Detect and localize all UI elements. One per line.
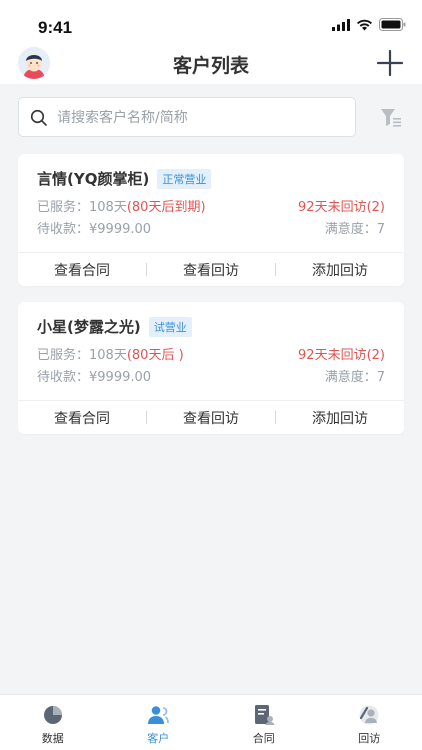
no-visit-count: 92天未回访(2) xyxy=(298,200,385,215)
search-input[interactable] xyxy=(57,107,347,129)
customer-card[interactable]: 言情(YQ颜掌柜) 正常营业 已服务：108天(80天后到期) 92天未回访(2… xyxy=(18,154,404,286)
card-actions: 查看合同 查看回访 添加回访 xyxy=(18,400,404,434)
filter-button[interactable] xyxy=(380,108,402,128)
tab-data[interactable]: 数据 xyxy=(0,695,106,750)
tab-label: 回访 xyxy=(358,732,381,745)
status-icons xyxy=(332,18,406,31)
tab-customers[interactable]: 客户 xyxy=(106,695,212,750)
card-title-row: 小星(梦露之光) 试营业 xyxy=(37,316,192,337)
view-contract-button[interactable]: 查看合同 xyxy=(18,408,146,428)
tab-label: 客户 xyxy=(147,732,170,745)
tab-label: 数据 xyxy=(41,732,64,745)
add-visit-button[interactable]: 添加回访 xyxy=(276,260,404,280)
nav-bar: 客户列表 xyxy=(0,44,422,84)
pending-amount: 待收款：¥9999.00 xyxy=(37,222,152,237)
tab-bar: 数据 客户 合同 回访 xyxy=(0,694,422,750)
status-bar: 9:41 xyxy=(0,0,422,44)
expire-note: (80天后到期) xyxy=(126,200,206,215)
served-row: 已服务：108天(80天后 ) 92天未回访(2) xyxy=(37,344,385,363)
search-icon xyxy=(30,109,47,126)
page-title: 客户列表 xyxy=(172,55,249,77)
add-button[interactable] xyxy=(376,49,404,77)
plus-icon xyxy=(376,49,404,77)
battery-icon xyxy=(379,18,406,31)
pending-row: 待收款：¥9999.00 满意度：7 xyxy=(37,218,385,237)
view-contract-button[interactable]: 查看合同 xyxy=(18,260,146,280)
satisfaction: 满意度：7 xyxy=(324,222,385,237)
filter-icon xyxy=(381,109,401,127)
view-visit-button[interactable]: 查看回访 xyxy=(147,260,275,280)
served-days: 已服务：108天 xyxy=(37,200,127,215)
customer-name: 言情(YQ颜掌柜) xyxy=(37,170,150,188)
pending-amount: 待收款：¥9999.00 xyxy=(37,370,152,385)
search-row xyxy=(0,84,422,148)
search-box[interactable] xyxy=(18,97,356,137)
visit-icon xyxy=(359,705,379,725)
tab-contracts[interactable]: 合同 xyxy=(211,695,317,750)
served-days: 已服务：108天 xyxy=(37,348,127,363)
card-actions: 查看合同 查看回访 添加回访 xyxy=(18,252,404,286)
user-icon xyxy=(148,706,170,724)
card-title-row: 言情(YQ颜掌柜) 正常营业 xyxy=(37,168,212,189)
satisfaction: 满意度：7 xyxy=(324,370,385,385)
expire-note: (80天后 ) xyxy=(126,348,184,363)
customer-card[interactable]: 小星(梦露之光) 试营业 已服务：108天(80天后 ) 92天未回访(2) 待… xyxy=(18,302,404,434)
add-visit-button[interactable]: 添加回访 xyxy=(276,408,404,428)
signal-icon xyxy=(332,18,350,31)
pending-row: 待收款：¥9999.00 满意度：7 xyxy=(37,366,385,385)
status-time: 9:41 xyxy=(38,18,73,37)
no-visit-count: 92天未回访(2) xyxy=(298,348,385,363)
pie-chart-icon xyxy=(43,706,62,724)
view-visit-button[interactable]: 查看回访 xyxy=(147,408,275,428)
tab-visits[interactable]: 回访 xyxy=(317,695,422,750)
wifi-icon xyxy=(357,19,372,30)
customer-name: 小星(梦露之光) xyxy=(37,318,141,336)
status-badge: 试营业 xyxy=(148,316,192,337)
status-badge: 正常营业 xyxy=(157,168,212,189)
tab-label: 合同 xyxy=(252,732,275,745)
served-row: 已服务：108天(80天后到期) 92天未回访(2) xyxy=(37,196,385,215)
contract-icon xyxy=(254,705,275,725)
